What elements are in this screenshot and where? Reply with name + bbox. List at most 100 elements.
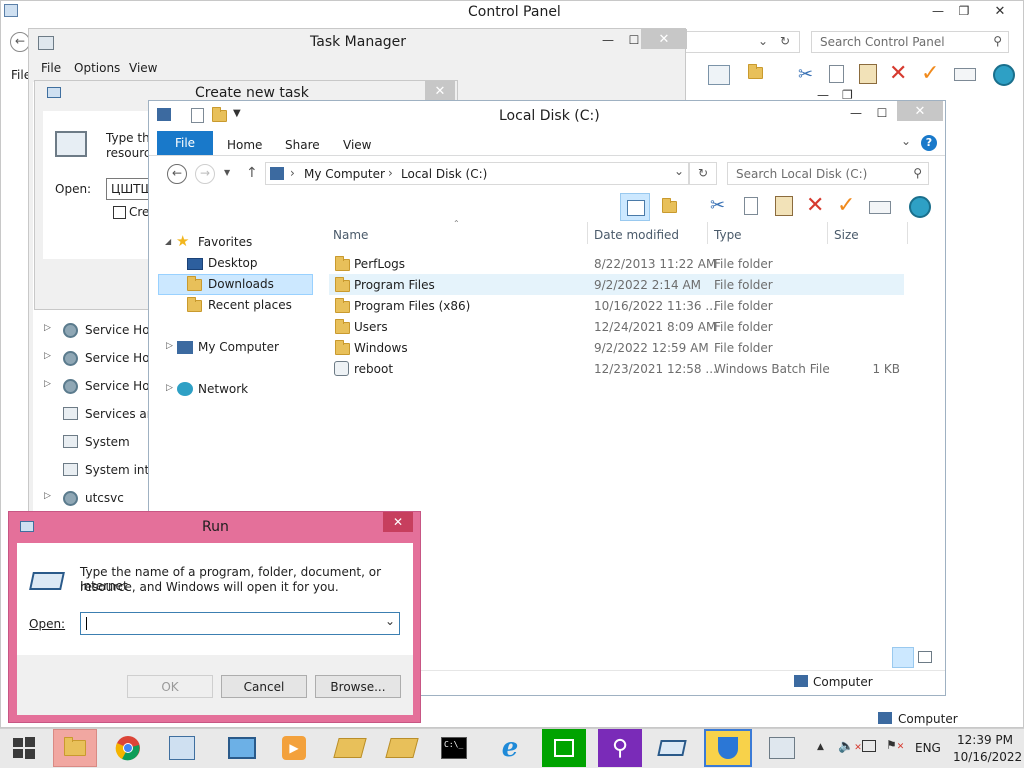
rename-icon[interactable] xyxy=(869,201,891,214)
qat-dropdown-icon[interactable]: ▼ xyxy=(233,108,241,119)
back-button[interactable]: ← xyxy=(10,32,30,52)
taskbar-run[interactable] xyxy=(650,729,694,767)
nav-back-button[interactable]: ← xyxy=(167,164,187,184)
taskbar-task-manager[interactable] xyxy=(760,729,804,767)
run-cancel-button[interactable]: Cancel xyxy=(221,675,307,698)
my-computer-expand-icon[interactable]: ▷ xyxy=(166,341,173,351)
network-expand-icon[interactable]: ▷ xyxy=(166,383,173,393)
speaker-muted-icon[interactable]: 🔈✕ xyxy=(838,739,862,754)
nav-my-computer[interactable]: My Computer xyxy=(198,340,279,354)
copy-icon[interactable] xyxy=(829,65,844,83)
breadcrumb-my-computer[interactable]: My Computer xyxy=(304,167,385,181)
clock-time[interactable]: 12:39 PM xyxy=(957,733,1013,747)
tm-menu-options[interactable]: Options xyxy=(74,61,120,75)
taskbar-control-panel[interactable] xyxy=(160,729,204,767)
cut-icon[interactable]: ✂ xyxy=(710,195,725,216)
taskbar-search[interactable]: ⚲ xyxy=(598,729,642,767)
search-control-panel[interactable]: Search Control Panel ⚲ xyxy=(811,31,1009,53)
taskbar-chrome[interactable] xyxy=(106,729,150,767)
run-close-button[interactable]: ✕ xyxy=(383,512,413,532)
qat-folder-icon[interactable] xyxy=(212,107,227,125)
start-button[interactable] xyxy=(2,729,46,767)
refresh-button[interactable]: ↻ xyxy=(689,162,717,185)
taskbar-command-prompt[interactable]: C:\_ xyxy=(432,729,476,767)
column-date-modified[interactable]: Date modified xyxy=(594,228,679,242)
recent-locations-icon[interactable]: ▼ xyxy=(224,168,230,177)
taskbar-store[interactable] xyxy=(542,729,586,767)
taskbar-media-player[interactable]: ▶ xyxy=(272,729,316,767)
file-row[interactable]: Program Files 9/2/2022 2:14 AM File folder xyxy=(329,274,904,295)
preview-pane-icon[interactable] xyxy=(620,193,650,221)
input-language[interactable]: ENG xyxy=(915,741,941,755)
nav-desktop[interactable]: Desktop xyxy=(208,256,258,270)
explorer-minimize-icon[interactable]: — xyxy=(843,103,869,123)
nav-recent-places[interactable]: Recent places xyxy=(208,298,292,312)
file-row[interactable]: Users 12/24/2021 8:09 AM File folder xyxy=(329,316,904,337)
process-row[interactable]: System xyxy=(32,432,150,454)
ribbon-tab-view[interactable]: View xyxy=(343,138,371,152)
file-row[interactable]: PerfLogs 8/22/2013 11:22 AM File folder xyxy=(329,253,904,274)
nav-favorites[interactable]: Favorites xyxy=(198,235,252,249)
breadcrumb-local-disk[interactable]: Local Disk (C:) xyxy=(401,167,487,181)
taskbar-file-explorer[interactable] xyxy=(53,729,97,767)
address-dropdown-icon[interactable]: ⌄ xyxy=(674,164,684,178)
taskbar-search-app-2[interactable] xyxy=(380,729,424,767)
file-row[interactable]: Windows 9/2/2022 12:59 AM File folder xyxy=(329,337,904,358)
process-row[interactable]: System inter xyxy=(32,460,162,482)
folder-options-icon[interactable] xyxy=(662,198,677,216)
search-explorer[interactable]: Search Local Disk (C:) ⚲ xyxy=(727,162,929,185)
qat-properties-icon[interactable] xyxy=(191,108,204,123)
process-row[interactable]: ▷ Service Host xyxy=(32,320,161,342)
globe-icon[interactable] xyxy=(993,64,1015,86)
clock-date[interactable]: 10/16/2022 xyxy=(953,750,1022,764)
layout-icon[interactable] xyxy=(708,65,730,85)
delete-icon[interactable]: ✕ xyxy=(806,193,824,218)
details-view-icon[interactable] xyxy=(892,647,914,668)
tm-menu-file[interactable]: File xyxy=(41,61,61,75)
action-center-icon[interactable]: ⚑✕ xyxy=(886,738,904,752)
process-row[interactable]: ▷ Service Host xyxy=(32,348,161,370)
nav-downloads[interactable]: Downloads xyxy=(208,277,274,291)
search-icon[interactable]: ⚲ xyxy=(913,166,922,180)
create-task-checkbox[interactable] xyxy=(113,206,126,219)
expand-icon[interactable]: ▷ xyxy=(44,491,51,501)
run-ok-button[interactable]: OK xyxy=(127,675,213,698)
process-row[interactable]: ▷ utcsvc xyxy=(32,488,150,510)
thumbnails-view-icon[interactable] xyxy=(918,651,932,663)
taskbar-search-app-1[interactable] xyxy=(328,729,372,767)
chevron-down-icon[interactable]: ⌄ xyxy=(758,34,768,48)
checkmark-icon[interactable]: ✓ xyxy=(921,61,939,86)
file-row[interactable]: reboot 12/23/2021 12:58 ... Windows Batch … xyxy=(329,358,904,379)
address-bar[interactable]: › My Computer › Local Disk (C:) ⌄ xyxy=(265,162,689,185)
show-hidden-icons[interactable]: ▲ xyxy=(817,742,824,752)
copy-icon[interactable] xyxy=(744,197,758,215)
taskbar-defender[interactable] xyxy=(704,729,752,767)
folder-options-icon[interactable] xyxy=(748,64,763,82)
expand-icon[interactable]: ▷ xyxy=(44,323,51,333)
column-type[interactable]: Type xyxy=(714,228,742,242)
globe-icon[interactable] xyxy=(909,196,931,218)
ribbon-tab-file[interactable]: File xyxy=(157,131,213,155)
expand-icon[interactable]: ▷ xyxy=(44,379,51,389)
taskbar-internet-explorer[interactable]: e xyxy=(488,729,532,767)
ribbon-tab-share[interactable]: Share xyxy=(285,138,320,152)
paste-icon[interactable] xyxy=(775,196,793,216)
explorer-maximize-icon[interactable]: ☐ xyxy=(869,103,895,123)
tm-minimize-icon[interactable]: — xyxy=(595,30,621,50)
run-open-input[interactable]: ⌄ xyxy=(80,612,400,635)
tm-close-button[interactable]: ✕ xyxy=(641,29,687,49)
expand-icon[interactable]: ▷ xyxy=(44,351,51,361)
refresh-icon[interactable]: ↻ xyxy=(780,34,790,48)
favorites-expand-icon[interactable]: ◢ xyxy=(165,237,171,246)
minimize-icon[interactable]: — xyxy=(925,1,951,21)
chevron-down-icon[interactable]: ⌄ xyxy=(385,614,395,628)
close-button[interactable]: ✕ xyxy=(977,1,1023,21)
search-icon[interactable]: ⚲ xyxy=(993,34,1002,48)
column-size[interactable]: Size xyxy=(834,228,859,242)
network-tray-icon[interactable] xyxy=(862,740,876,752)
delete-icon[interactable]: ✕ xyxy=(889,61,907,86)
ribbon-expand-icon[interactable]: ⌄ xyxy=(901,134,911,148)
column-name[interactable]: Name xyxy=(333,228,368,242)
qat-computer-icon[interactable] xyxy=(157,108,171,121)
run-browse-button[interactable]: Browse... xyxy=(315,675,401,698)
